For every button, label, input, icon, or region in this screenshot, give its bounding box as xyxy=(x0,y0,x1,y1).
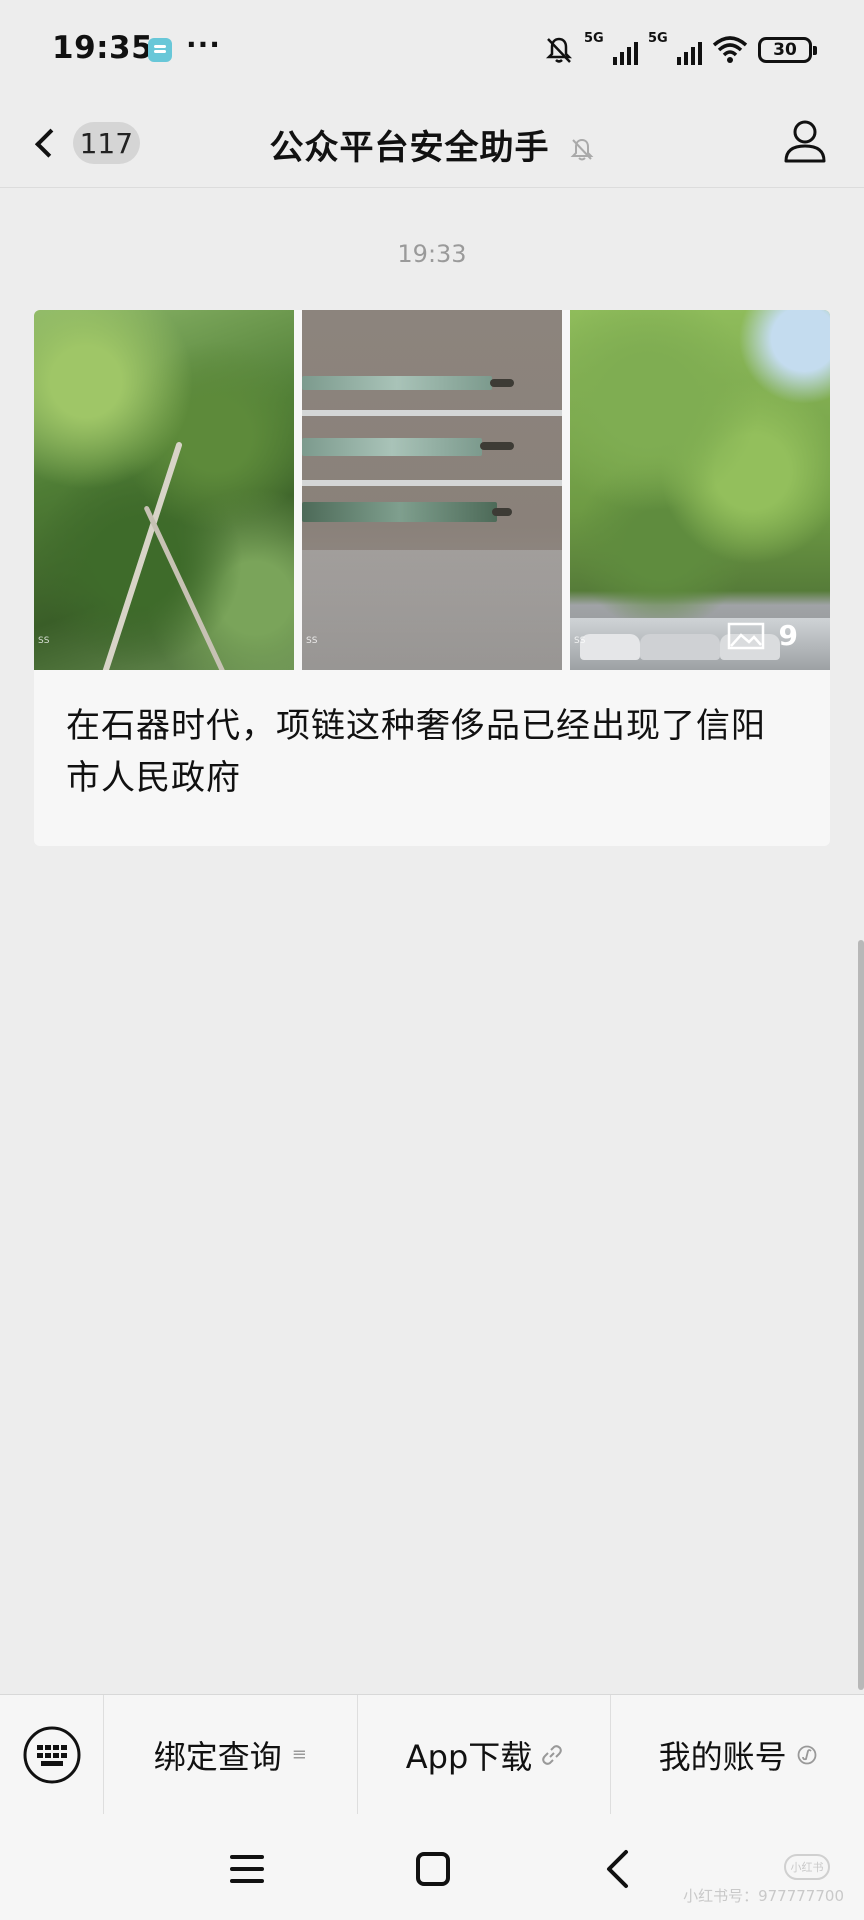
battery-level: 30 xyxy=(773,40,797,60)
keyboard-icon xyxy=(23,1726,80,1783)
glass-case-shape xyxy=(302,550,562,670)
link-icon xyxy=(542,1744,563,1765)
photo-watermark-2: SS xyxy=(306,636,318,646)
sword-hilt-shape-3 xyxy=(492,508,512,516)
cellular-signal-icon-2: 5G xyxy=(648,31,702,67)
sword-shape xyxy=(302,376,492,390)
image-count-overlay: 9 xyxy=(727,619,798,652)
system-nav-bar: 小红书 小红书号：977777700 xyxy=(0,1814,864,1920)
home-icon[interactable] xyxy=(408,1844,458,1894)
page-title: 公众平台安全助手 xyxy=(269,128,550,168)
network-type-label: 5G xyxy=(584,31,604,46)
list-icon: ≡ xyxy=(291,1744,307,1765)
status-indicators: 5G 5G 30 xyxy=(544,30,817,70)
car-shape-2 xyxy=(640,634,720,660)
mute-bell-icon xyxy=(545,37,573,63)
photo-bronze-swords[interactable]: SS xyxy=(302,310,562,670)
muted-bell-icon xyxy=(570,138,593,161)
message-caption[interactable]: 在石器时代，项链这种奢侈品已经出现了信阳市人民政府 xyxy=(34,670,830,804)
back-nav-icon[interactable] xyxy=(594,1844,644,1894)
menu-my-account-label: 我的账号 xyxy=(658,1737,787,1776)
menu-app-download-label: App下载 xyxy=(405,1737,533,1776)
sword-hilt-shape xyxy=(490,379,514,387)
title-wrap: 公众平台安全助手 xyxy=(0,120,864,169)
keyboard-toggle-button[interactable] xyxy=(0,1694,104,1815)
sword-hilt-shape-2 xyxy=(480,442,514,450)
shelf-shape-2 xyxy=(302,480,562,486)
article-message-card[interactable]: SS SS SS 9 在石器时代，项链这种奢侈品已经出现了信阳市人民政府 xyxy=(34,310,830,846)
status-time: 19:35 xyxy=(52,30,154,66)
battery-icon: 30 xyxy=(758,37,817,63)
car-shape xyxy=(580,634,640,660)
more-notifications-indicator: ··· xyxy=(186,28,221,61)
photo-watermark: SS xyxy=(38,636,50,646)
menu-app-download[interactable]: App下载 xyxy=(356,1694,611,1815)
profile-icon[interactable] xyxy=(780,116,830,166)
status-bar: 19:35 ··· 5G 5G 30 xyxy=(0,0,864,100)
message-notification-icon xyxy=(148,38,172,62)
image-count: 9 xyxy=(778,619,798,652)
account-menu-bar: 绑定查询 ≡ App下载 我的账号 xyxy=(0,1694,864,1815)
chat-header: 117 公众平台安全助手 xyxy=(0,100,864,188)
cellular-signal-icon: 5G xyxy=(584,31,638,67)
watermark-logo: 小红书 xyxy=(784,1854,830,1880)
sword-shape-2 xyxy=(302,438,482,456)
shelf-shape xyxy=(302,410,562,416)
menu-my-account[interactable]: 我的账号 xyxy=(610,1694,864,1815)
photo-trees[interactable]: SS xyxy=(34,310,294,670)
gallery-icon xyxy=(727,622,764,649)
photo-street-trees[interactable]: SS 9 xyxy=(570,310,830,670)
scrollbar[interactable] xyxy=(858,940,864,1690)
menu-bind-query-label: 绑定查询 xyxy=(153,1737,282,1776)
network-type-label-2: 5G xyxy=(648,31,668,46)
message-timestamp: 19:33 xyxy=(397,240,467,268)
watermark-text: 小红书号：977777700 xyxy=(683,1887,844,1905)
photo-grid[interactable]: SS SS SS 9 xyxy=(34,310,830,670)
menu-bind-query[interactable]: 绑定查询 ≡ xyxy=(104,1695,357,1815)
wifi-icon xyxy=(712,36,748,63)
mini-program-icon xyxy=(797,1745,817,1764)
sword-shape-3 xyxy=(302,502,497,522)
photo-watermark-3: SS xyxy=(574,636,586,646)
recent-apps-icon[interactable] xyxy=(222,1844,272,1894)
